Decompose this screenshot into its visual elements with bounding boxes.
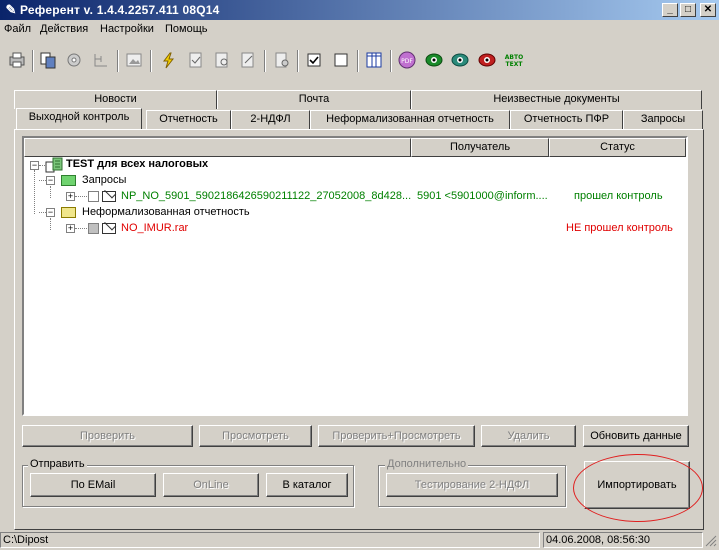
app-icon: ✎ <box>5 2 17 17</box>
column-header-recipient[interactable]: Получатель <box>411 138 549 157</box>
item1-checkbox[interactable] <box>88 191 99 202</box>
svg-text:АВТО: АВТО <box>505 54 523 61</box>
status-datetime: 04.06.2008, 08:56:30 <box>543 532 703 548</box>
send-email-button[interactable]: По EMail <box>30 473 156 497</box>
svg-text:PDF: PDF <box>401 58 413 65</box>
resize-grip-icon[interactable] <box>704 534 717 547</box>
folder-icon <box>61 207 76 218</box>
tab-unknown-docs[interactable]: Неизвестные документы <box>411 90 702 109</box>
tree-icon[interactable] <box>91 50 111 70</box>
tree-line <box>50 218 51 230</box>
tab-informal-reports[interactable]: Неформализованная отчетность <box>310 110 510 129</box>
pdf-icon[interactable]: PDF <box>397 50 417 70</box>
tree-group-requests[interactable]: Запросы <box>82 172 126 188</box>
view-button[interactable]: Просмотреть <box>199 425 312 447</box>
eye-teal-icon[interactable] <box>450 50 470 70</box>
tab-news[interactable]: Новости <box>14 90 217 109</box>
tab-mail[interactable]: Почта <box>217 90 411 109</box>
refresh-button[interactable]: Обновить данные <box>583 425 689 447</box>
expand-group-informal-icon[interactable]: − <box>46 208 55 217</box>
send-catalog-button[interactable]: В каталог <box>266 473 348 497</box>
column-header-status[interactable]: Статус <box>549 138 686 157</box>
toolbar-separator <box>150 50 152 72</box>
column-header-name[interactable] <box>24 138 411 157</box>
menu-file[interactable]: Файл <box>4 23 31 35</box>
minimize-button[interactable]: _ <box>662 3 678 17</box>
expand-item1-icon[interactable]: + <box>66 192 75 201</box>
tab-2ndfl[interactable]: 2-НДФЛ <box>231 110 310 129</box>
extra-group-label: Дополнительно <box>385 458 469 470</box>
delete-button[interactable]: Удалить <box>481 425 576 447</box>
import-button[interactable]: Импортировать <box>584 461 690 509</box>
tree-line <box>50 186 51 198</box>
send-online-button[interactable]: OnLine <box>163 473 259 497</box>
auto-text-icon[interactable]: АВТО TEXT <box>503 50 525 70</box>
toolbar-separator <box>264 50 266 72</box>
item2-status: НЕ прошел контроль <box>566 222 673 234</box>
maximize-button[interactable]: □ <box>680 3 696 17</box>
menu-bar: Файл Действия Настройки Помощь <box>0 21 719 39</box>
tab-pfr-reports[interactable]: Отчетность ПФР <box>510 110 623 129</box>
image-icon[interactable] <box>124 50 144 70</box>
item2-checkbox[interactable] <box>88 223 99 234</box>
status-bar: C:\Dipost 04.06.2008, 08:56:30 <box>0 530 719 550</box>
doc-export-icon[interactable] <box>272 50 292 70</box>
menu-help[interactable]: Помощь <box>165 23 208 35</box>
tree-line <box>39 180 46 181</box>
status-path: C:\Dipost <box>0 532 540 548</box>
toolbar-separator <box>390 50 392 72</box>
checkbox-empty-icon[interactable] <box>331 50 351 70</box>
organization-icon <box>45 157 63 173</box>
toolbar-separator <box>297 50 299 72</box>
menu-actions[interactable]: Действия <box>40 23 88 35</box>
title-bar: ✎ Референт v. 1.4.4.2257.411 08Q14 _ □ ✕ <box>0 0 719 20</box>
expand-item2-icon[interactable]: + <box>66 224 75 233</box>
item1-status: прошел контроль <box>574 190 663 202</box>
toolbar-separator <box>357 50 359 72</box>
folder-open-icon <box>61 175 76 186</box>
envelope-icon <box>102 223 116 234</box>
eye-red-icon[interactable] <box>477 50 497 70</box>
copy-icon[interactable] <box>38 50 58 70</box>
toolbar-separator <box>32 50 34 72</box>
expand-root-icon[interactable]: − <box>30 161 39 170</box>
checkbox-checked-icon[interactable] <box>304 50 324 70</box>
toolbar: PDF АВТО TEXT <box>0 44 719 76</box>
close-button[interactable]: ✕ <box>700 3 716 17</box>
tree-group-informal[interactable]: Неформализованная отчетность <box>82 204 250 220</box>
tree-line <box>75 196 87 197</box>
doc-check-icon[interactable] <box>186 50 206 70</box>
item1-name[interactable]: NP_NO_5901_5902186426590211122_27052008_… <box>121 188 411 204</box>
window-title: Референт v. 1.4.4.2257.411 08Q14 <box>20 3 220 17</box>
tab-reports[interactable]: Отчетность <box>146 110 231 129</box>
tree-line <box>34 170 35 214</box>
check-view-button[interactable]: Проверить+Просмотреть <box>318 425 475 447</box>
columns-icon[interactable] <box>364 50 384 70</box>
tab-requests[interactable]: Запросы <box>623 110 703 129</box>
tree-root-label[interactable]: TEST для всех налоговых <box>66 156 208 172</box>
document-tree[interactable]: Получатель Статус − TEST для всех налого… <box>22 136 688 416</box>
expand-group-requests-icon[interactable]: − <box>46 176 55 185</box>
envelope-icon <box>102 191 116 202</box>
item1-recipient: 5901 <5901000@inform.... <box>417 190 548 202</box>
eye-green-icon[interactable] <box>424 50 444 70</box>
toolbar-separator <box>117 50 119 72</box>
doc-edit-icon[interactable] <box>238 50 258 70</box>
send-group-label: Отправить <box>28 458 87 470</box>
check-button[interactable]: Проверить <box>22 425 193 447</box>
sign-icon[interactable] <box>158 50 178 70</box>
test-2ndfl-button[interactable]: Тестирование 2-НДФЛ <box>386 473 558 497</box>
tree-line <box>75 228 87 229</box>
menu-settings[interactable]: Настройки <box>100 23 154 35</box>
doc-search-icon[interactable] <box>212 50 232 70</box>
settings-icon[interactable] <box>64 50 84 70</box>
item2-name[interactable]: NO_IMUR.rar <box>121 220 188 236</box>
tab-output-control[interactable]: Выходной контроль <box>16 108 142 129</box>
svg-text:TEXT: TEXT <box>506 61 524 68</box>
print-icon[interactable] <box>7 50 27 70</box>
tree-line <box>39 212 46 213</box>
